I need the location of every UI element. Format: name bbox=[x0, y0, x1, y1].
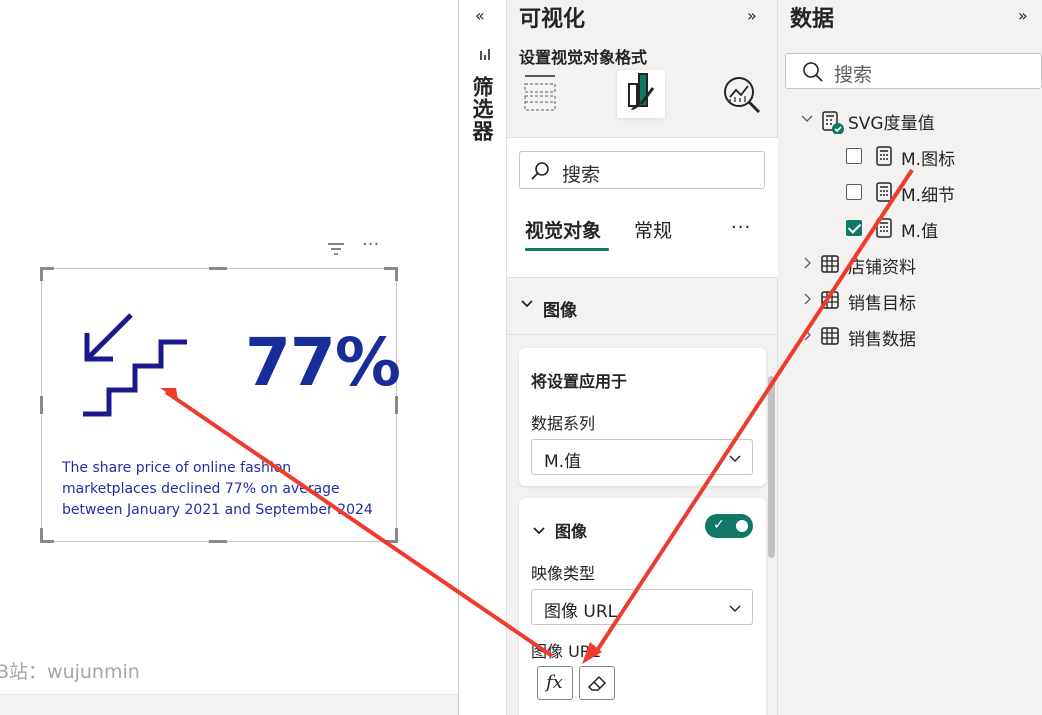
tree-table-store[interactable]: 店铺资料 bbox=[800, 252, 1040, 278]
chevron-down-icon[interactable] bbox=[533, 522, 545, 541]
kpi-caption: The share price of online fashion market… bbox=[62, 460, 373, 518]
measure-table-icon bbox=[820, 110, 844, 135]
toggle-knob bbox=[736, 520, 748, 532]
field-label: M.图标 bbox=[901, 150, 956, 170]
tab-general[interactable]: 常规 bbox=[634, 216, 672, 243]
apply-settings-card: 将设置应用于 数据系列 M.值 bbox=[519, 348, 766, 486]
field-checkbox[interactable] bbox=[846, 148, 862, 164]
tree-item-measure-detail[interactable]: M.细节 bbox=[844, 180, 1034, 206]
table-label: 店铺资料 bbox=[848, 258, 916, 278]
watermark-text: B站：wujunmin bbox=[0, 661, 140, 683]
table-icon bbox=[820, 254, 840, 274]
tree-folder-svg-measures[interactable]: SVG度量值 bbox=[800, 108, 1040, 135]
build-visual-tab[interactable] bbox=[519, 70, 567, 118]
data-search-input[interactable]: 搜索 bbox=[785, 53, 1042, 89]
conditional-format-fx-button[interactable]: fx bbox=[537, 666, 573, 700]
visualizations-pane: 可视化 » 设置视觉对象格式 搜索 视觉对象 常规 ··· 图像 将设置应用于 … bbox=[507, 0, 778, 715]
format-visual-subtitle: 设置视觉对象格式 bbox=[519, 48, 648, 67]
chevron-down-icon bbox=[729, 455, 741, 462]
stairs-down-arrow-icon bbox=[83, 313, 187, 417]
apply-settings-title: 将设置应用于 bbox=[531, 372, 628, 391]
data-title: 数据 bbox=[790, 7, 835, 32]
more-options-button[interactable]: ··· bbox=[731, 217, 751, 238]
visual-header: ··· bbox=[322, 234, 392, 262]
series-value: M.值 bbox=[544, 452, 582, 472]
search-placeholder: 搜索 bbox=[562, 164, 601, 186]
chevron-down-icon bbox=[801, 115, 813, 122]
tab-visual[interactable]: 视觉对象 bbox=[525, 216, 601, 243]
reset-eraser-button[interactable] bbox=[579, 666, 615, 700]
resize-handle[interactable] bbox=[40, 396, 43, 414]
calculator-icon bbox=[874, 146, 894, 166]
eraser-icon bbox=[587, 675, 607, 691]
resize-handle[interactable] bbox=[40, 267, 43, 281]
data-pane: 数据 » 搜索 SVG度量值 M.图标 M.细节 M.值 店铺资料 销售目标 销… bbox=[778, 0, 1042, 715]
image-toggle[interactable]: ✓ bbox=[705, 514, 753, 538]
image-card-title: 图像 bbox=[555, 522, 588, 541]
analytics-magnifier-icon bbox=[724, 77, 761, 114]
resize-handle[interactable] bbox=[395, 267, 398, 281]
search-icon bbox=[803, 62, 823, 82]
chevron-down-icon bbox=[521, 298, 533, 314]
kpi-value: 77% bbox=[245, 324, 401, 401]
tree-item-measure-value[interactable]: M.值 bbox=[844, 216, 1034, 242]
image-type-label: 映像类型 bbox=[531, 564, 596, 583]
series-label: 数据系列 bbox=[531, 414, 596, 433]
tree-table-sales-data[interactable]: 销售数据 bbox=[800, 324, 1040, 350]
image-settings-card: 图像 ✓ 映像类型 图像 URL 图像 URL fx bbox=[519, 498, 766, 715]
fx-icon: fx bbox=[546, 672, 563, 693]
resize-handle[interactable] bbox=[209, 267, 227, 270]
section-label: 图像 bbox=[543, 301, 577, 321]
table-label: 销售数据 bbox=[848, 330, 916, 350]
analytics-tab[interactable] bbox=[717, 70, 765, 118]
format-pane-scrollbar[interactable] bbox=[768, 376, 775, 558]
resize-handle[interactable] bbox=[209, 540, 227, 543]
build-visual-icon bbox=[524, 75, 556, 111]
visualizations-expand-button[interactable]: » bbox=[747, 6, 757, 25]
format-paintbrush-icon bbox=[628, 73, 655, 110]
filter-rail-icon bbox=[480, 49, 490, 60]
resize-handle[interactable] bbox=[40, 540, 54, 543]
page-bottom-edge bbox=[0, 694, 458, 715]
table-icon bbox=[820, 326, 840, 346]
series-dropdown[interactable]: M.值 bbox=[531, 439, 753, 475]
field-label: M.细节 bbox=[901, 186, 956, 206]
search-placeholder: 搜索 bbox=[834, 64, 873, 86]
format-visual-tab[interactable] bbox=[617, 70, 665, 118]
calculator-icon bbox=[874, 182, 894, 202]
chevron-down-icon bbox=[729, 605, 741, 612]
table-icon bbox=[820, 290, 840, 310]
data-expand-button[interactable]: » bbox=[1018, 6, 1028, 25]
chevron-right-icon bbox=[804, 293, 811, 305]
image-url-label: 图像 URL bbox=[531, 642, 600, 661]
more-options-icon[interactable]: ··· bbox=[362, 234, 386, 258]
report-canvas: ··· 77% The share price of online fashio… bbox=[0, 0, 458, 715]
active-tab-indicator bbox=[525, 248, 609, 251]
tree-item-measure-icon[interactable]: M.图标 bbox=[844, 144, 1034, 170]
search-icon bbox=[531, 162, 549, 180]
field-checkbox[interactable] bbox=[846, 184, 862, 200]
tree-folder-label: SVG度量值 bbox=[848, 114, 935, 134]
chevron-right-icon bbox=[804, 257, 811, 269]
format-search-input[interactable]: 搜索 bbox=[519, 151, 765, 189]
table-label: 销售目标 bbox=[848, 294, 916, 314]
image-section-header[interactable]: 图像 bbox=[507, 277, 778, 335]
visualizations-title: 可视化 bbox=[519, 7, 586, 32]
field-label: M.值 bbox=[901, 222, 939, 242]
image-type-value: 图像 URL bbox=[544, 602, 618, 622]
calculator-icon bbox=[874, 218, 894, 238]
chevron-right-icon bbox=[804, 329, 811, 341]
filters-collapse-button[interactable]: « bbox=[475, 6, 493, 25]
field-checkbox-checked[interactable] bbox=[846, 220, 862, 236]
resize-handle[interactable] bbox=[395, 528, 398, 542]
filters-title[interactable]: 筛选器 bbox=[470, 76, 497, 142]
check-icon: ✓ bbox=[713, 517, 725, 533]
filters-rail[interactable]: « 筛选器 bbox=[458, 0, 507, 715]
filter-icon[interactable] bbox=[324, 238, 348, 262]
image-type-dropdown[interactable]: 图像 URL bbox=[531, 589, 753, 625]
tree-table-sales-target[interactable]: 销售目标 bbox=[800, 288, 1040, 314]
